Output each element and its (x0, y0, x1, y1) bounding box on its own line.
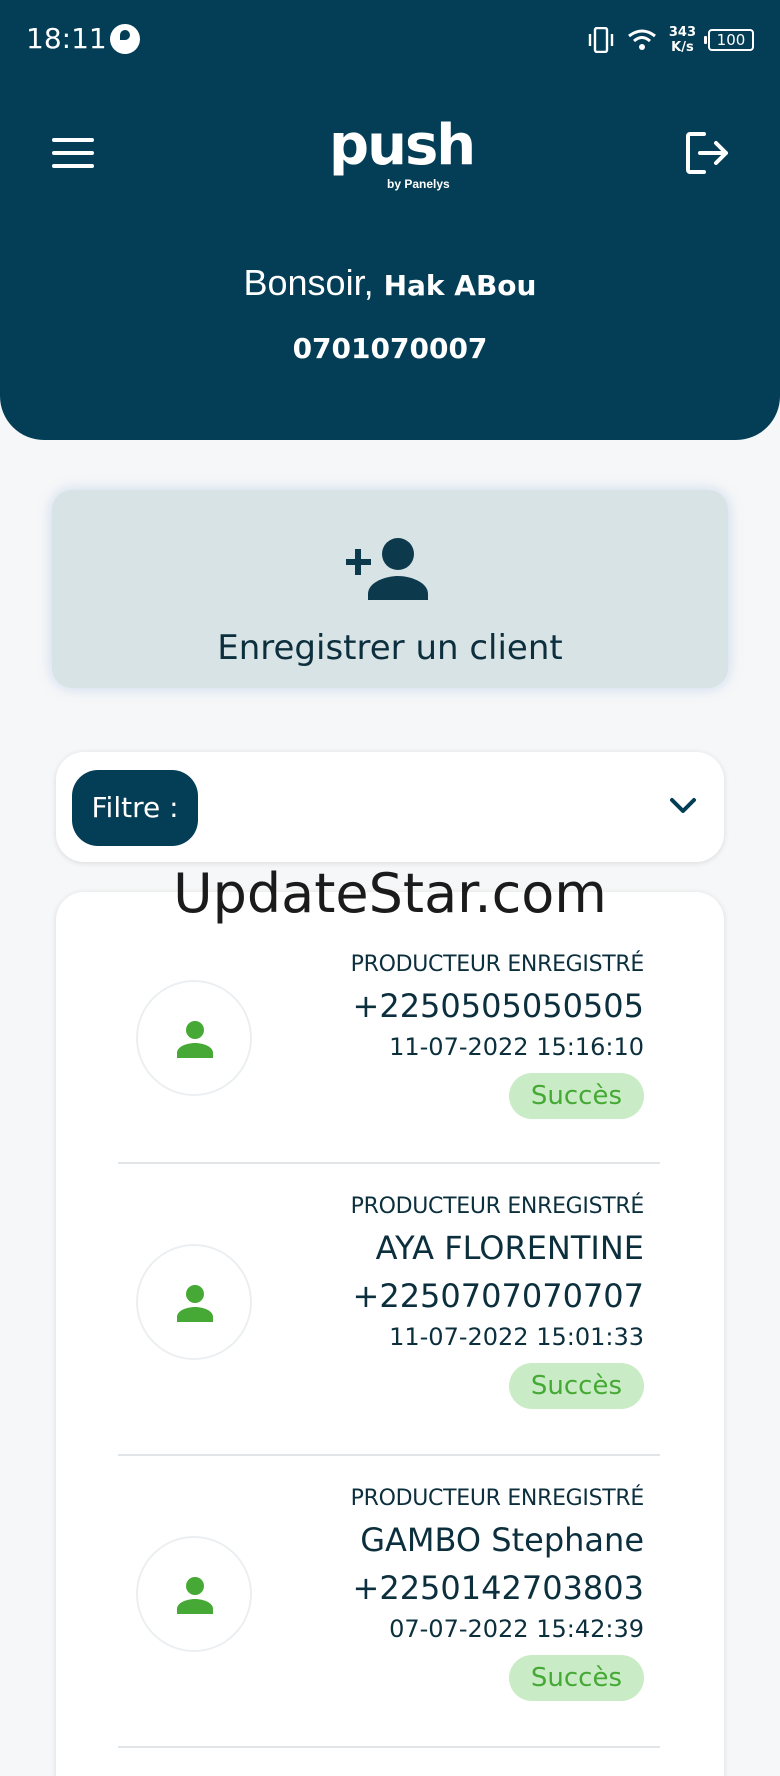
status-icons: 343 K/s 100 (587, 22, 754, 58)
status-badge: Succès (508, 1073, 644, 1119)
record-name: GAMBO Stephane (360, 1521, 644, 1559)
add-user-icon (346, 538, 428, 600)
logo-subtext: by Panelys (387, 177, 450, 191)
status-time: 18:11 (26, 22, 107, 55)
person-icon (177, 1285, 213, 1322)
record-phone: +2250505050505 (352, 987, 644, 1025)
list-item[interactable]: PRODUCTEUR ENREGISTRÉ +2250505050505 11-… (56, 892, 724, 1132)
battery-icon: 100 (704, 29, 754, 51)
filter-dropdown[interactable]: Filtre : (56, 752, 724, 862)
record-details: PRODUCTEUR ENREGISTRÉ GAMBO Stephane +22… (351, 1486, 644, 1701)
app-header: 18:11 343 K/s 100 push by Panelys Bonsoi… (0, 0, 780, 440)
record-type: PRODUCTEUR ENREGISTRÉ (350, 1486, 645, 1511)
status-badge: Succès (508, 1363, 644, 1409)
chevron-down-icon (670, 798, 696, 813)
record-date: 11-07-2022 15:01:33 (389, 1323, 644, 1351)
person-icon (177, 1577, 213, 1614)
logout-icon[interactable] (682, 128, 732, 178)
avatar (136, 1244, 252, 1360)
record-type: PRODUCTEUR ENREGISTRÉ (350, 952, 645, 977)
person-icon (177, 1021, 213, 1058)
status-badge: Succès (508, 1655, 644, 1701)
divider (118, 1746, 660, 1748)
user-phone: 0701070007 (292, 332, 488, 365)
list-item[interactable]: PRODUCTEUR ENREGISTRÉ GAMBO Stephane +22… (56, 1456, 724, 1746)
list-item[interactable]: PRODUCTEUR ENREGISTRÉ AYA FLORENTINE +22… (56, 1164, 724, 1454)
register-client-label: Enregistrer un client (217, 628, 563, 668)
record-date: 11-07-2022 15:16:10 (389, 1033, 644, 1061)
watermark: UpdateStar.com (173, 862, 607, 925)
record-details: PRODUCTEUR ENREGISTRÉ +2250505050505 11-… (351, 952, 644, 1119)
record-date: 07-07-2022 15:42:39 (389, 1615, 644, 1643)
register-client-button[interactable]: Enregistrer un client (52, 490, 728, 688)
greeting-prefix: Bonsoir, (243, 262, 374, 303)
push-logo: push by Panelys (315, 105, 476, 195)
network-speed: 343 K/s (668, 25, 696, 55)
logo-text: push (329, 113, 476, 178)
records-list: PRODUCTEUR ENREGISTRÉ +2250505050505 11-… (56, 892, 724, 1776)
greeting: Bonsoir, Hak ABou (0, 262, 780, 304)
record-phone: +2250142703803 (352, 1569, 644, 1607)
wifi-icon (627, 29, 656, 50)
record-type: PRODUCTEUR ENREGISTRÉ (350, 1194, 645, 1219)
status-bar: 18:11 343 K/s 100 (0, 0, 780, 80)
menu-icon[interactable] (52, 138, 94, 168)
avatar (136, 1536, 252, 1652)
record-details: PRODUCTEUR ENREGISTRÉ AYA FLORENTINE +22… (351, 1194, 644, 1409)
avatar (136, 980, 252, 1096)
record-name: AYA FLORENTINE (375, 1229, 644, 1267)
user-name: Hak ABou (383, 269, 537, 302)
record-phone: +2250707070707 (352, 1277, 644, 1315)
app-notification-icon (110, 24, 140, 54)
filter-label: Filtre : (72, 770, 198, 846)
vibrate-icon (588, 27, 614, 53)
